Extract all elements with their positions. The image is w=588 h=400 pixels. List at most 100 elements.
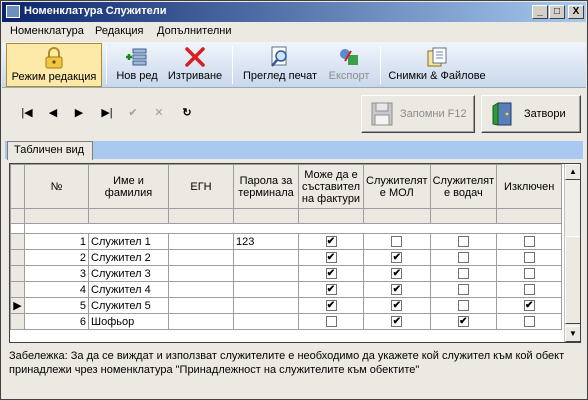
invoice-checkbox[interactable]: ✔ xyxy=(325,268,337,280)
delete-button[interactable]: Изтриване xyxy=(164,43,226,87)
next-record-button[interactable]: ▶ xyxy=(69,99,89,127)
cell-password[interactable] xyxy=(233,265,299,282)
cell-name[interactable]: Шофьор xyxy=(88,313,169,330)
cell-egn[interactable] xyxy=(168,281,234,298)
mol-checkbox[interactable]: ✔ xyxy=(391,284,403,296)
excluded-checkbox[interactable]: ✔ xyxy=(523,300,535,312)
menu-additional[interactable]: Допълнителни xyxy=(157,25,231,37)
cell-name[interactable]: Служител 1 xyxy=(88,233,169,250)
cell-password[interactable] xyxy=(233,297,299,314)
edit-mode-button[interactable]: Режим редакция xyxy=(6,43,102,87)
table-row[interactable]: ▶ 5 Служител 5 ✔ ✔ ✔ xyxy=(10,297,563,314)
table-row[interactable]: 4 Служител 4 ✔ ✔ xyxy=(10,281,563,298)
column-header[interactable]: № xyxy=(24,164,89,209)
main-window: Номенклатура Служители _ □ X Номенклатур… xyxy=(0,0,588,400)
excluded-checkbox[interactable] xyxy=(523,236,535,248)
close-button[interactable]: Затвори xyxy=(481,95,581,133)
door-exit-icon xyxy=(492,102,512,126)
cell-password[interactable] xyxy=(233,281,299,298)
print-preview-label: Преглед печат xyxy=(242,70,318,82)
driver-checkbox[interactable] xyxy=(457,268,469,280)
menu-edit[interactable]: Редакция xyxy=(95,25,143,37)
excluded-checkbox[interactable] xyxy=(523,284,535,296)
invoice-checkbox[interactable]: ✔ xyxy=(325,252,337,264)
filter-cell[interactable] xyxy=(429,208,498,224)
mol-checkbox[interactable]: ✔ xyxy=(391,316,403,328)
driver-checkbox[interactable] xyxy=(457,284,469,296)
cell-egn[interactable] xyxy=(168,297,234,314)
invoice-checkbox[interactable]: ✔ xyxy=(325,284,337,296)
maximize-button[interactable]: □ xyxy=(549,5,565,19)
prev-record-button[interactable]: ◀ xyxy=(43,99,63,127)
cell-number[interactable]: 1 xyxy=(24,233,89,250)
scroll-thumb[interactable] xyxy=(565,236,580,324)
mol-checkbox[interactable]: ✔ xyxy=(391,300,403,312)
cell-password[interactable]: 123 xyxy=(233,233,299,250)
cell-name[interactable]: Служител 3 xyxy=(88,265,169,282)
invoice-checkbox[interactable] xyxy=(325,316,337,328)
cell-egn[interactable] xyxy=(168,249,234,266)
title-bar[interactable]: Номенклатура Служители _ □ X xyxy=(2,2,586,22)
excluded-checkbox[interactable] xyxy=(523,316,535,328)
driver-checkbox[interactable]: ✔ xyxy=(457,316,469,328)
excluded-checkbox[interactable] xyxy=(523,252,535,264)
note-text: Забележка: За да се виждат и използват с… xyxy=(9,350,565,376)
first-record-button[interactable]: |◀ xyxy=(17,99,37,127)
files-button[interactable]: Снимки & Файлове xyxy=(386,43,488,87)
cell-name[interactable]: Служител 4 xyxy=(88,281,169,298)
cell-number[interactable]: 3 xyxy=(24,265,89,282)
filter-cell[interactable] xyxy=(298,208,364,224)
invoice-checkbox[interactable]: ✔ xyxy=(325,236,337,248)
cell-egn[interactable] xyxy=(168,265,234,282)
table-row[interactable]: 2 Служител 2 ✔ ✔ xyxy=(10,249,563,266)
close-window-button[interactable]: X xyxy=(568,5,584,19)
refresh-button[interactable]: ↻ xyxy=(177,99,197,127)
cell-egn[interactable] xyxy=(168,233,234,250)
column-header[interactable]: ЕГН xyxy=(168,164,234,209)
driver-checkbox[interactable] xyxy=(457,236,469,248)
filter-cell[interactable] xyxy=(496,208,563,224)
filter-cell[interactable] xyxy=(24,208,89,224)
mol-checkbox[interactable] xyxy=(391,236,403,248)
column-header[interactable]: Служителят е МОЛ xyxy=(363,164,431,209)
column-header[interactable]: Име и фамилия xyxy=(88,164,169,209)
cell-invoice: ✔ xyxy=(298,297,364,314)
cell-name[interactable]: Служител 5 xyxy=(88,297,169,314)
employees-grid[interactable]: № Име и фамилия ЕГН Парола за терминала … xyxy=(9,163,581,343)
print-preview-button[interactable]: Преглед печат xyxy=(238,43,322,87)
cell-name[interactable]: Служител 2 xyxy=(88,249,169,266)
cell-egn[interactable] xyxy=(168,313,234,330)
toolbar-separator xyxy=(380,46,381,84)
cell-number[interactable]: 4 xyxy=(24,281,89,298)
table-row[interactable]: 3 Служител 3 ✔ ✔ xyxy=(10,265,563,282)
minimize-button[interactable]: _ xyxy=(532,5,548,19)
column-header[interactable]: Изключен xyxy=(496,164,563,209)
filter-cell[interactable] xyxy=(168,208,234,224)
excluded-checkbox[interactable] xyxy=(523,268,535,280)
cell-password[interactable] xyxy=(233,313,299,330)
column-header[interactable]: Служителят е водач xyxy=(429,164,498,209)
scroll-up-arrow[interactable]: ▲ xyxy=(565,164,580,180)
new-row-button[interactable]: Нов ред xyxy=(112,43,162,87)
mol-checkbox[interactable]: ✔ xyxy=(391,252,403,264)
filter-cell[interactable] xyxy=(233,208,299,224)
driver-checkbox[interactable] xyxy=(457,300,469,312)
cell-number[interactable]: 2 xyxy=(24,249,89,266)
invoice-checkbox[interactable]: ✔ xyxy=(325,300,337,312)
cell-number[interactable]: 6 xyxy=(24,313,89,330)
last-record-button[interactable]: ▶| xyxy=(97,99,117,127)
column-header[interactable]: Може да е съставител на фактури xyxy=(298,164,364,209)
table-row[interactable]: 1 Служител 1 123 ✔ xyxy=(10,233,563,250)
cell-number[interactable]: 5 xyxy=(24,297,89,314)
table-row[interactable]: 6 Шофьор ✔ ✔ xyxy=(10,313,563,330)
scroll-down-arrow[interactable]: ▼ xyxy=(565,326,580,342)
cell-password[interactable] xyxy=(233,249,299,266)
vertical-scrollbar[interactable]: ▲ ▼ xyxy=(564,164,580,342)
menu-nomenclature[interactable]: Номенклатура xyxy=(10,25,84,37)
mol-checkbox[interactable]: ✔ xyxy=(391,268,403,280)
column-header[interactable]: Парола за терминала xyxy=(233,164,299,209)
filter-cell[interactable] xyxy=(88,208,169,224)
filter-cell[interactable] xyxy=(363,208,431,224)
tab-table-view[interactable]: Табличен вид xyxy=(7,141,93,160)
driver-checkbox[interactable] xyxy=(457,252,469,264)
